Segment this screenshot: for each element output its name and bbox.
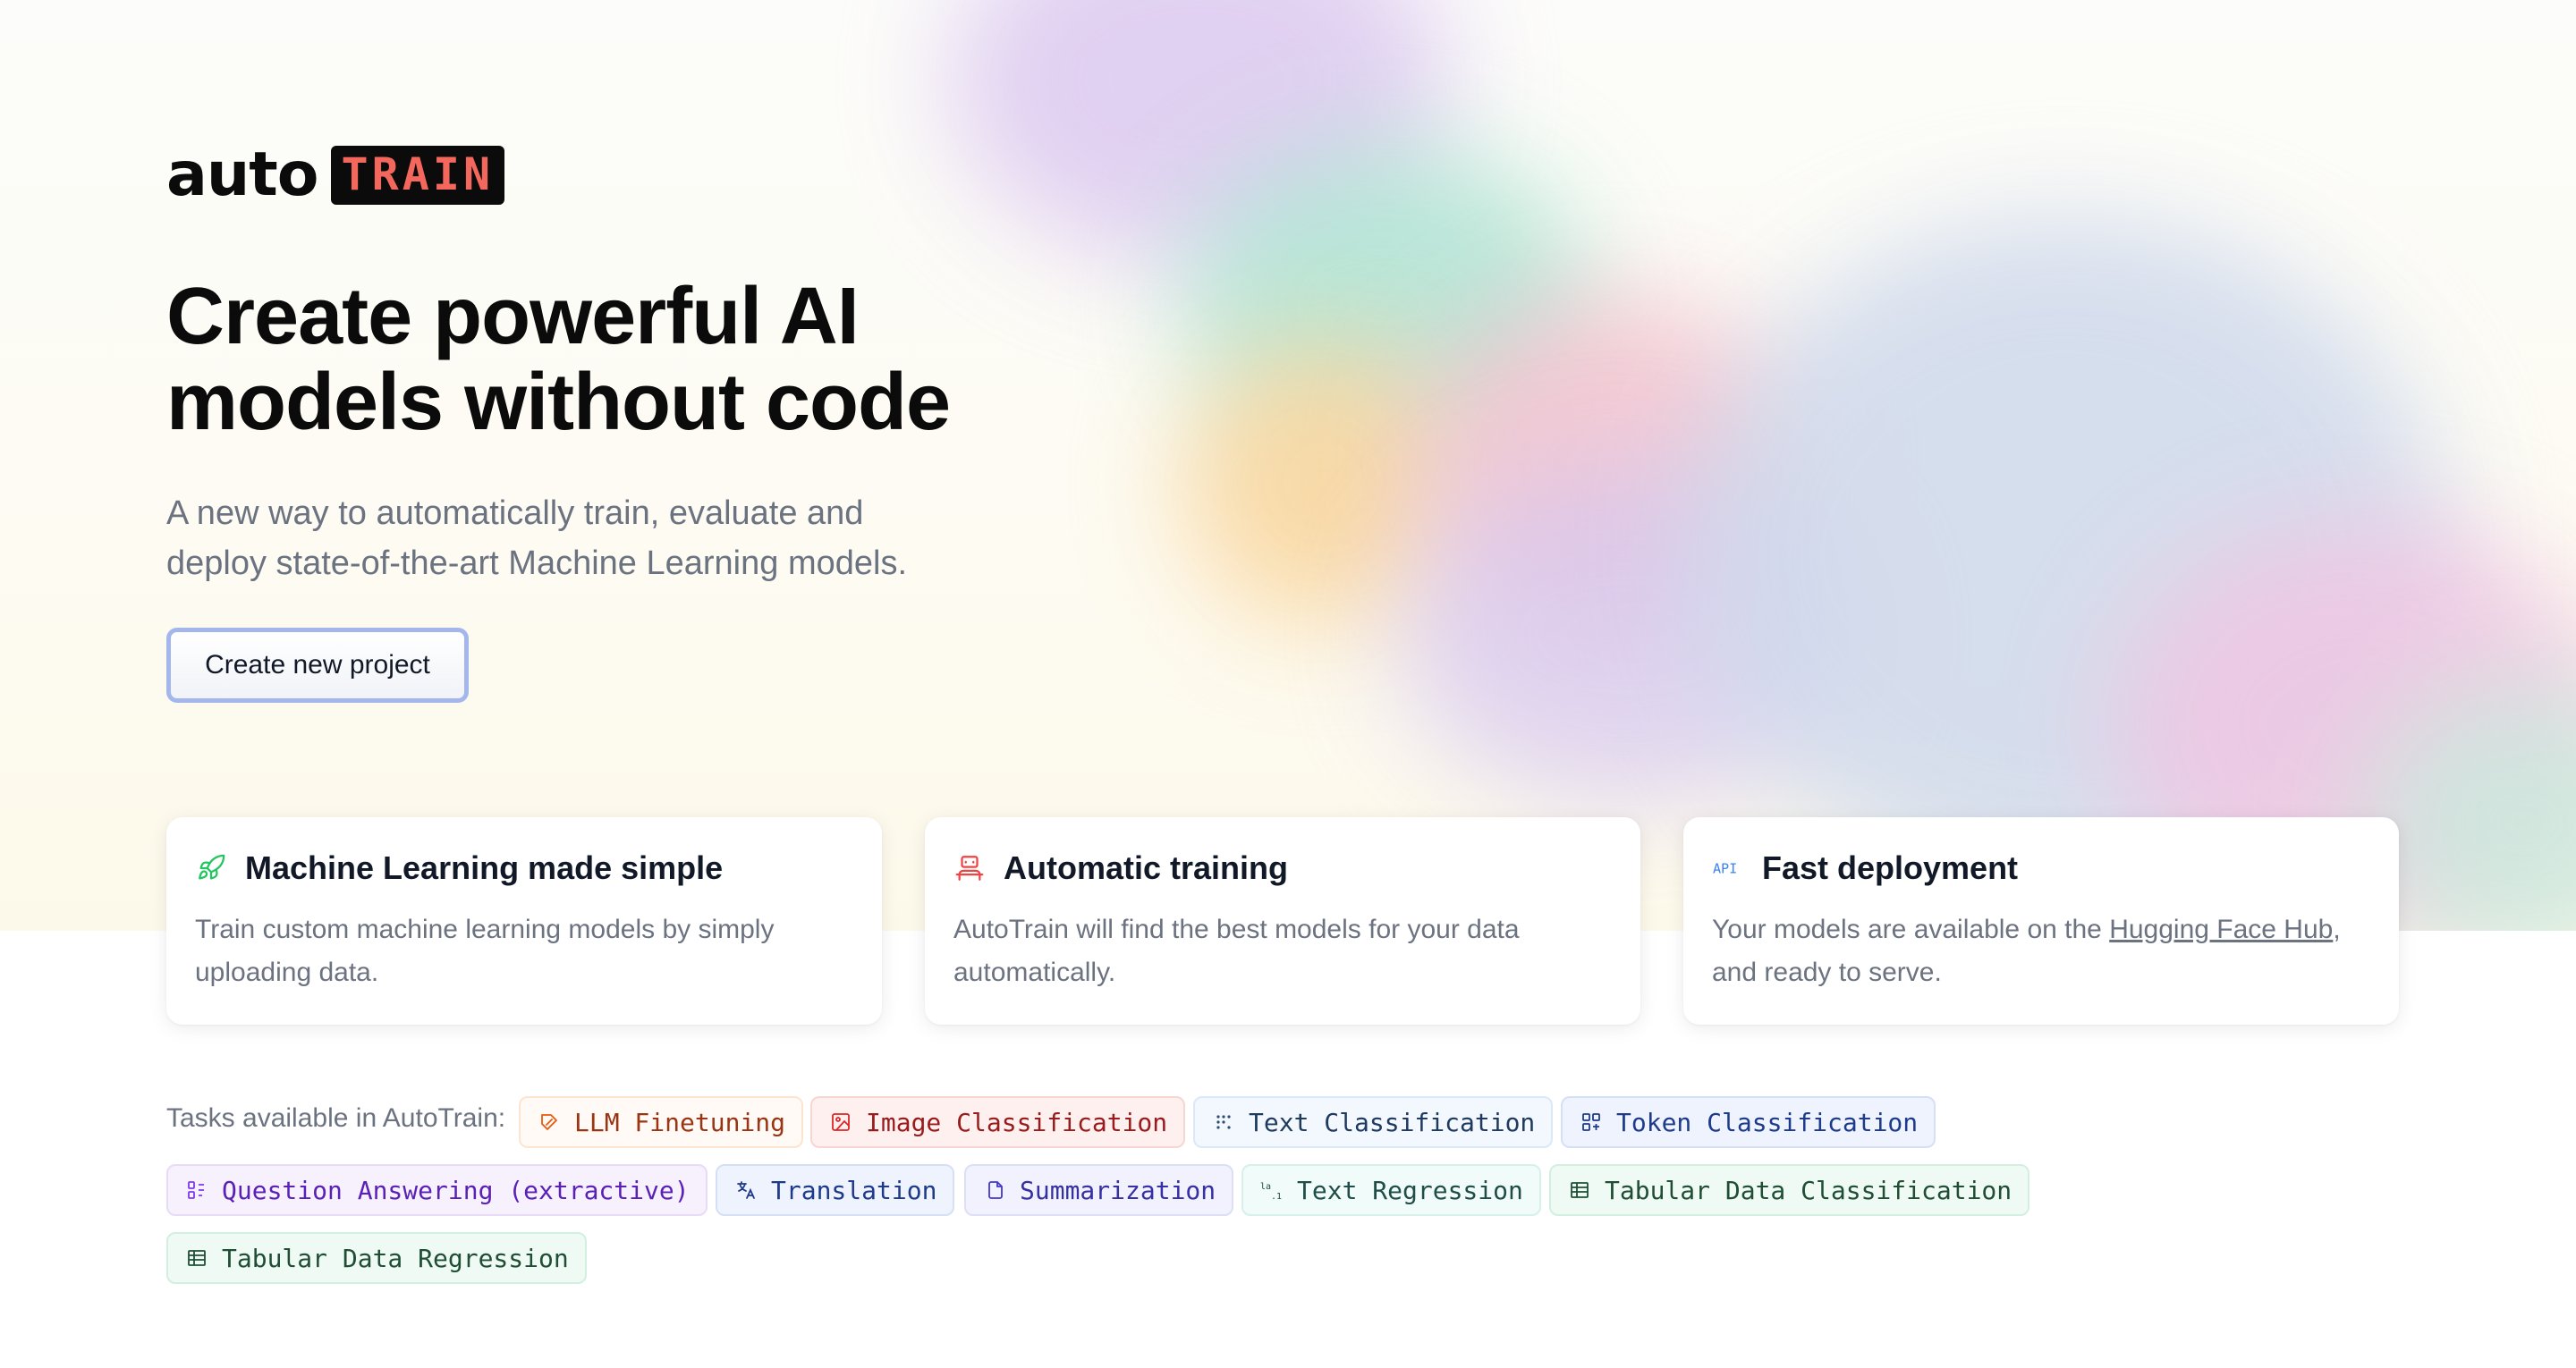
subtitle-line-1: A new way to automatically train, evalua…: [166, 494, 864, 532]
hero-background: [0, 0, 2576, 931]
robot-icon: [953, 852, 986, 884]
headline-line-1: Create powerful AI: [166, 272, 860, 361]
feature-card-fast-deployment: API Fast deployment Your models are avai…: [1683, 817, 2399, 1025]
edit-tag-icon: [537, 1110, 562, 1135]
task-tag-token-classification[interactable]: Token Classification: [1561, 1096, 1936, 1148]
table-icon: [1567, 1178, 1592, 1203]
task-tag-question-answering[interactable]: Question Answering (extractive): [166, 1164, 708, 1216]
logo-train-badge: TRAIN: [330, 146, 505, 205]
svg-text:.1: .1: [1271, 1192, 1282, 1201]
rocket-icon: [195, 852, 227, 884]
feature-title: Automatic training: [1004, 849, 1289, 886]
desc-text: ,: [2333, 915, 2341, 944]
task-label: Text Regression: [1297, 1175, 1523, 1205]
task-label: Question Answering (extractive): [222, 1175, 690, 1205]
task-label: Text Classification: [1249, 1107, 1536, 1137]
dots-icon: [1211, 1110, 1236, 1135]
autotrain-logo: auto TRAIN: [166, 139, 505, 210]
desc-text: Your models are available on the: [1712, 915, 2110, 944]
task-tag-llm-finetuning[interactable]: LLM Finetuning: [519, 1096, 804, 1148]
create-new-project-button[interactable]: Create new project: [166, 628, 469, 703]
task-tag-tabular-classification[interactable]: Tabular Data Classification: [1549, 1164, 2030, 1216]
task-label: Translation: [771, 1175, 937, 1205]
document-icon: [982, 1178, 1007, 1203]
logo-auto-text: auto: [166, 139, 319, 210]
task-tag-tabular-regression[interactable]: Tabular Data Regression: [166, 1232, 587, 1284]
task-label: Token Classification: [1616, 1107, 1919, 1137]
page-headline: Create powerful AI models without code: [166, 274, 1061, 445]
task-tag-summarization[interactable]: Summarization: [964, 1164, 1234, 1216]
translate-icon: [733, 1178, 758, 1203]
task-tag-text-regression[interactable]: la .1 Text Regression: [1241, 1164, 1541, 1216]
task-label: Summarization: [1020, 1175, 1216, 1205]
task-label: Tabular Data Classification: [1605, 1175, 2012, 1205]
feature-title: Machine Learning made simple: [245, 849, 724, 886]
headline-line-2: models without code: [166, 358, 951, 447]
qa-icon: [184, 1178, 209, 1203]
task-tag-image-classification[interactable]: Image Classification: [810, 1096, 1186, 1148]
feature-description: Train custom machine learning models by …: [195, 915, 775, 987]
feature-title: Fast deployment: [1762, 849, 2019, 886]
feature-card-automatic-training: Automatic training AutoTrain will find t…: [925, 817, 1640, 1025]
feature-card-ml-simple: Machine Learning made simple Train custo…: [166, 817, 882, 1025]
subtitle-line-2: deploy state-of-the-art Machine Learning…: [166, 545, 908, 582]
task-label: Image Classification: [866, 1107, 1168, 1137]
task-label: LLM Finetuning: [574, 1107, 786, 1137]
hugging-face-hub-link[interactable]: Hugging Face Hub: [2109, 915, 2333, 944]
svg-text:la: la: [1260, 1182, 1271, 1192]
task-tag-text-classification[interactable]: Text Classification: [1193, 1096, 1554, 1148]
desc-text: and ready to serve.: [1712, 958, 1942, 987]
feature-description: Your models are available on the Hugging…: [1712, 908, 2370, 994]
token-icon: [1579, 1110, 1604, 1135]
task-tag-translation[interactable]: Translation: [716, 1164, 955, 1216]
svg-text:API: API: [1713, 861, 1737, 877]
image-icon: [828, 1110, 853, 1135]
tasks-label: Tasks available in AutoTrain:: [166, 1103, 506, 1133]
task-label: Tabular Data Regression: [222, 1243, 569, 1273]
table-icon: [184, 1246, 209, 1271]
hero-subtitle: A new way to automatically train, evalua…: [166, 488, 971, 588]
feature-description: AutoTrain will find the best models for …: [953, 915, 1520, 987]
regression-icon: la .1: [1259, 1178, 1284, 1203]
api-icon: API: [1712, 852, 1744, 884]
